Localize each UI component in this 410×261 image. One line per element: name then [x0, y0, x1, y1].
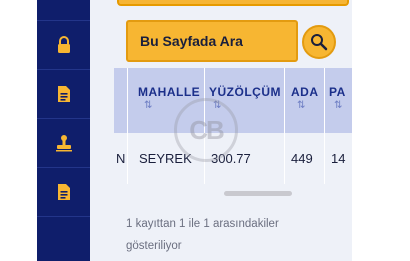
column-divider: [284, 68, 285, 184]
sort-icon[interactable]: ⇅: [144, 100, 152, 111]
sidebar-item-stamp[interactable]: [37, 119, 90, 168]
column-header-parsel[interactable]: PA: [329, 85, 346, 99]
top-action-button[interactable]: [117, 0, 349, 6]
document-icon: [57, 184, 70, 200]
search-icon: [311, 34, 328, 51]
column-divider: [324, 68, 325, 184]
page-right-margin: [352, 0, 410, 261]
column-header-mahalle[interactable]: MAHALLE: [138, 85, 200, 99]
search-button[interactable]: [302, 25, 336, 59]
table-info-line: 1 kayıttan 1 ile 1 arasındakiler: [126, 218, 279, 230]
page-left-margin: [0, 0, 37, 261]
sidebar-item-top[interactable]: [37, 0, 90, 21]
cell-ada: 449: [291, 151, 313, 166]
stamp-icon: [55, 135, 72, 152]
column-header-yuzolcum[interactable]: YÜZÖLÇÜM: [209, 85, 281, 99]
sort-icon[interactable]: ⇅: [334, 100, 342, 111]
watermark-logo: CB: [174, 98, 238, 162]
table-info-line: gösteriliyor: [126, 240, 182, 252]
document-icon: [57, 86, 70, 102]
table-horizontal-scrollbar[interactable]: [224, 191, 292, 196]
sidebar-item-lock[interactable]: [37, 21, 90, 70]
table-info: 1 kayıttan 1 ile 1 arasındakiler gösteri…: [126, 213, 326, 257]
column-divider: [127, 68, 128, 184]
lock-icon: [57, 36, 70, 53]
sidebar: [37, 0, 90, 261]
column-header-ada[interactable]: ADA: [291, 85, 319, 99]
search-in-page-button[interactable]: Bu Sayfada Ara: [126, 20, 298, 62]
sidebar-item-document[interactable]: [37, 70, 90, 119]
cell-parsel: 14: [331, 151, 346, 166]
cell-prev-column: N: [116, 151, 126, 166]
sort-icon[interactable]: ⇅: [297, 100, 305, 111]
sidebar-item-document-2[interactable]: [37, 168, 90, 217]
